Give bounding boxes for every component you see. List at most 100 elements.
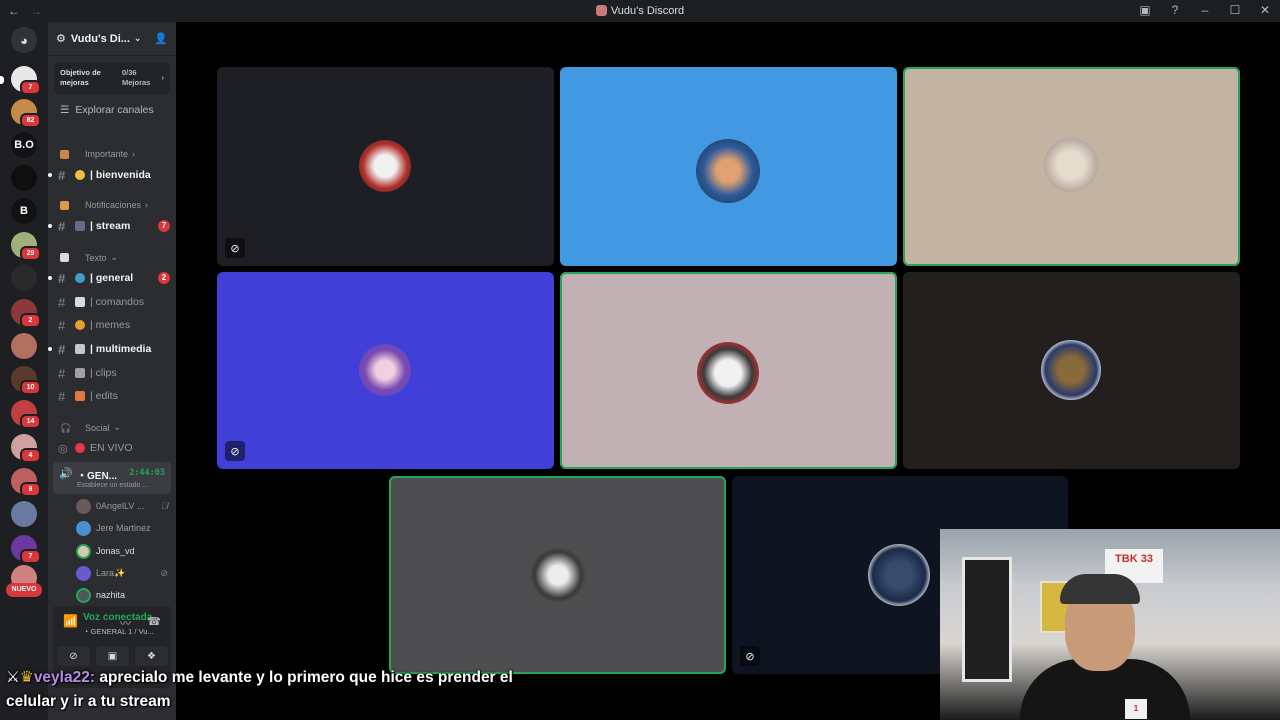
signal-icon: 📶 xyxy=(63,614,78,628)
category-notificaciones[interactable]: Notificaciones › xyxy=(48,200,148,210)
voice-user[interactable]: Jere Martinez xyxy=(76,519,168,537)
hash-icon: # xyxy=(58,317,66,333)
channel-general[interactable]: # | general 2 xyxy=(48,268,170,288)
inbox-icon[interactable]: ▣ xyxy=(1138,3,1152,17)
sword-icon: ⚔ xyxy=(6,669,20,686)
voice-user[interactable]: Lara✨ ⊘ xyxy=(76,564,168,582)
server-icon xyxy=(595,5,607,16)
streamer-webcam: TBK 33 1 xyxy=(940,529,1280,720)
voice-status[interactable]: Establece un estado ... xyxy=(77,482,148,489)
avatar xyxy=(696,139,760,203)
list-icon: ☰ xyxy=(60,104,70,116)
server-icon[interactable]: 4 xyxy=(11,434,41,463)
video-tile[interactable] xyxy=(389,476,726,674)
video-tile[interactable] xyxy=(903,272,1240,469)
avatar xyxy=(76,543,91,559)
avatar xyxy=(359,344,411,396)
voice-user[interactable]: 0AngelLV ... 🎙̸ xyxy=(76,497,168,515)
stage-icon: ◎ xyxy=(58,442,68,455)
close-button[interactable]: ✕ xyxy=(1258,3,1272,17)
category-emoji-icon xyxy=(60,253,69,262)
chevron-down-icon: ⌄ xyxy=(133,33,142,43)
clapper-emoji-icon xyxy=(75,368,85,378)
disconnect-icon[interactable]: ☎ xyxy=(147,615,161,628)
server-icon[interactable] xyxy=(11,165,37,191)
hash-icon: # xyxy=(58,365,66,381)
channel-clips[interactable]: # | clips xyxy=(58,363,170,383)
hash-icon: # xyxy=(58,388,66,404)
voice-user[interactable]: Jonas_vd xyxy=(76,542,168,560)
server-icon[interactable]: 82 xyxy=(11,99,41,128)
chat-username: veyla22: xyxy=(33,669,96,686)
video-tile[interactable]: ⊘ xyxy=(217,67,554,266)
minimize-button[interactable]: – xyxy=(1198,3,1212,17)
stream-chat-overlay: ⚔♛veyla22: aprecialo me levante y lo pri… xyxy=(6,666,566,714)
avatar xyxy=(531,548,585,602)
server-icon[interactable] xyxy=(11,333,37,359)
shirt-logo: 1 xyxy=(1125,699,1147,719)
avatar xyxy=(1044,138,1098,192)
server-header[interactable]: ⚙ Vudu's Di... ⌄ 👤 xyxy=(48,22,176,56)
avatar xyxy=(76,587,91,603)
boost-goal[interactable]: Objetivo de mejoras 0/36 Mejoras › xyxy=(54,62,170,94)
server-icon[interactable]: 14 xyxy=(11,400,41,429)
window-controls: ▣ ? – ☐ ✕ xyxy=(1138,3,1272,17)
server-icon[interactable]: B xyxy=(11,198,37,224)
video-tile[interactable] xyxy=(903,67,1240,266)
server-gear-icon: ⚙ xyxy=(56,33,66,45)
server-icon[interactable]: 10 xyxy=(11,366,41,395)
server-icon[interactable]: 2 xyxy=(11,299,41,328)
channel-memes[interactable]: # | memes xyxy=(58,315,170,335)
hash-icon: # xyxy=(58,270,66,286)
category-importante[interactable]: Importante › xyxy=(48,149,135,159)
tv-emoji-icon xyxy=(75,221,85,231)
channel-multimedia[interactable]: # | multimedia xyxy=(48,339,170,359)
red-dot-icon xyxy=(75,443,85,453)
noise-suppression-icon[interactable]: 〰 xyxy=(120,615,131,631)
avatar xyxy=(76,498,91,514)
help-icon[interactable]: ? xyxy=(1168,3,1182,17)
film-emoji-icon xyxy=(75,391,85,401)
server-icon[interactable]: 7 xyxy=(11,66,41,95)
category-texto[interactable]: Texto ⌄ xyxy=(48,252,118,263)
server-icon[interactable]: B.O xyxy=(11,132,37,158)
server-icon[interactable]: 29 xyxy=(11,232,41,261)
channel-bienvenida[interactable]: # | bienvenida xyxy=(48,165,170,185)
window-title: Vudu's Discord xyxy=(0,5,1280,17)
voice-user[interactable]: nazhita xyxy=(76,586,168,604)
voice-timer: 2:44:03 xyxy=(129,468,165,478)
video-tile[interactable] xyxy=(560,67,897,266)
avatar xyxy=(697,342,759,404)
server-icon[interactable]: 7 xyxy=(11,535,41,564)
explore-channels[interactable]: ☰ Explorar canales xyxy=(60,104,176,116)
avatar xyxy=(359,140,411,192)
hash-icon: # xyxy=(58,341,66,357)
laugh-emoji-icon xyxy=(75,320,85,330)
add-user-icon[interactable]: 👤 xyxy=(154,32,168,45)
camera-off-button[interactable]: ⊘ xyxy=(57,646,90,666)
hash-icon: # xyxy=(58,167,66,183)
video-tile[interactable] xyxy=(560,272,897,469)
avatar xyxy=(868,544,930,606)
mic-muted-icon: ⊘ xyxy=(740,646,760,666)
video-tile[interactable]: ⊘ xyxy=(217,272,554,469)
server-icon[interactable]: 9 xyxy=(11,468,41,497)
chevron-right-icon: › xyxy=(161,73,165,82)
channel-stream[interactable]: # | stream 7 xyxy=(48,216,170,236)
channel-edits[interactable]: # | edits xyxy=(58,386,170,406)
category-emoji-icon xyxy=(60,149,69,159)
camera-off-icon: ⊘ xyxy=(160,567,168,578)
category-social[interactable]: 🎧 Social ⌄ xyxy=(48,422,121,433)
category-emoji-icon xyxy=(60,200,69,210)
server-icon[interactable] xyxy=(11,265,37,291)
channel-comandos[interactable]: # | comandos xyxy=(58,292,170,312)
activities-button[interactable]: ❖ xyxy=(135,646,168,666)
new-badge: NUEVO xyxy=(6,583,42,597)
voice-channel-general[interactable]: 🔊 ・GEN... 2:44:03 Establece un estado ..… xyxy=(53,462,171,494)
maximize-button[interactable]: ☐ xyxy=(1228,3,1242,17)
discord-home-icon[interactable]: ◕ xyxy=(11,27,37,53)
server-icon[interactable] xyxy=(11,501,37,527)
mic-muted-icon: ⊘ xyxy=(225,238,245,258)
screen-share-button[interactable]: ▣ xyxy=(96,646,129,666)
channel-en-vivo[interactable]: ◎ EN VIVO xyxy=(58,438,170,458)
